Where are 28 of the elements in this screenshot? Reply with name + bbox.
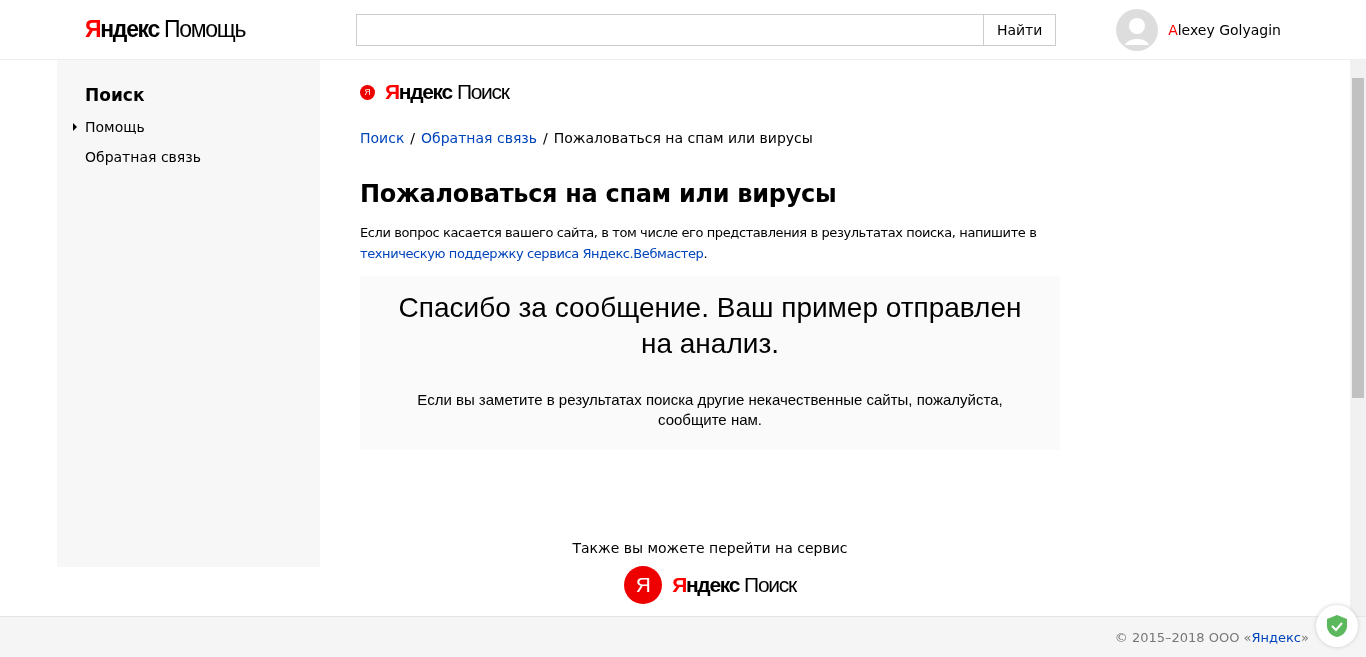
search-button[interactable]: Найти (983, 13, 1057, 46)
user-name[interactable]: Alexey Golyagin (1168, 21, 1281, 38)
promo-text: Также вы можете перейти на сервис (572, 540, 848, 556)
sidebar-title: Поиск (85, 85, 146, 105)
intro-text: Если вопрос касается вашего сайта, в том числе его представления в результатах поиска, напишите в техническую поддержку сервиса Яндекс.Вебмастер. (360, 224, 1038, 263)
shield-icon (1327, 615, 1347, 637)
yandex-link[interactable]: Яндекс (1251, 629, 1302, 645)
avatar-icon[interactable] (1116, 8, 1159, 51)
breadcrumb-separator: / (543, 130, 548, 146)
logo-mark[interactable]: Я (360, 84, 375, 100)
message-text: Если вы заметите в результатах поиска другие некачественные сайты, пожалуйста, сообщите нам. (416, 390, 1004, 430)
sidebar-item[interactable]: Помощь (85, 119, 145, 135)
logo-mark[interactable]: Я (624, 566, 663, 604)
copyright-text: © 2015–2018 ООО «Яндекс» (1114, 629, 1309, 645)
breadcrumb-link[interactable]: Поиск (360, 130, 405, 146)
message-heading: Спасибо за сообщение. Ваш пример отправлен на анализ. (397, 291, 1023, 361)
logo[interactable]: Яндекс Помощь (85, 16, 246, 43)
current-page-label: Пожаловаться на спам или вирусы (553, 130, 813, 146)
breadcrumb-separator: / (410, 130, 416, 146)
logo[interactable]: Яндекс Поиск (672, 573, 796, 597)
search-field[interactable] (356, 13, 984, 46)
breadcrumb-link[interactable]: Обратная связь (421, 130, 538, 146)
sidebar-item[interactable]: Обратная связь (85, 149, 201, 165)
page-title: Пожаловаться на спам или вирусы (360, 180, 838, 208)
scrollbar-thumb[interactable] (1352, 78, 1364, 398)
logo[interactable]: Яндекс Поиск (385, 80, 509, 104)
shield-badge[interactable] (1316, 605, 1358, 647)
webmaster-link[interactable]: техническую поддержку сервиса Яндекс.Вебмастер (360, 246, 704, 261)
